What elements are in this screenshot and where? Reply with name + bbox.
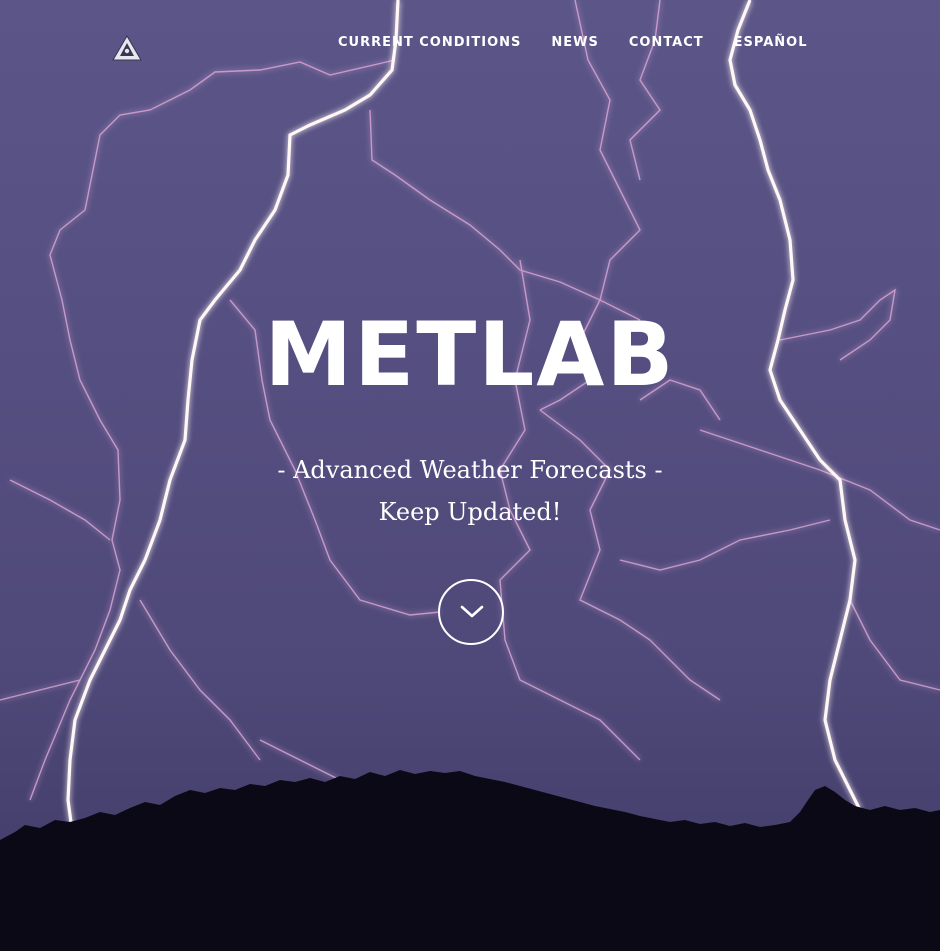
hero-section: CURRENT CONDITIONS NEWS CONTACT ESPAÑOL … bbox=[0, 0, 940, 951]
nav-contact[interactable]: CONTACT bbox=[629, 35, 704, 50]
tagline-line-1: - Advanced Weather Forecasts - bbox=[277, 456, 663, 484]
hero-title: METLAB bbox=[264, 303, 676, 406]
tagline-line-2: Keep Updated! bbox=[378, 498, 562, 526]
site-logo[interactable] bbox=[112, 34, 142, 62]
scroll-down-button[interactable] bbox=[438, 579, 504, 645]
hero-tagline: - Advanced Weather Forecasts - Keep Upda… bbox=[0, 449, 940, 533]
triangle-logo-icon bbox=[112, 35, 142, 61]
chevron-down-icon bbox=[460, 605, 484, 618]
nav-espanol[interactable]: ESPAÑOL bbox=[734, 35, 808, 50]
nav-current-conditions[interactable]: CURRENT CONDITIONS bbox=[338, 35, 521, 50]
main-nav: CURRENT CONDITIONS NEWS CONTACT ESPAÑOL bbox=[338, 35, 808, 50]
nav-news[interactable]: NEWS bbox=[551, 35, 598, 50]
